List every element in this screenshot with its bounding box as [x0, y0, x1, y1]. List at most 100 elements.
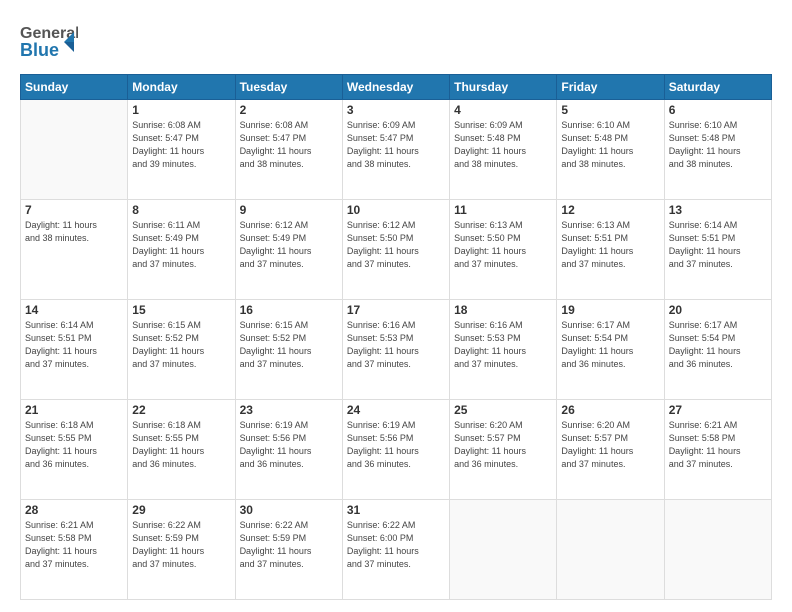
day-number: 9	[240, 203, 338, 217]
calendar-cell: 10Sunrise: 6:12 AMSunset: 5:50 PMDayligh…	[342, 200, 449, 300]
day-number: 10	[347, 203, 445, 217]
day-number: 28	[25, 503, 123, 517]
weekday-header-wednesday: Wednesday	[342, 75, 449, 100]
day-info: Sunrise: 6:13 AMSunset: 5:51 PMDaylight:…	[561, 219, 659, 271]
day-number: 11	[454, 203, 552, 217]
day-info: Sunrise: 6:18 AMSunset: 5:55 PMDaylight:…	[132, 419, 230, 471]
calendar-cell: 30 Sunrise: 6:22 AMSunset: 5:59 PMDayligh…	[235, 500, 342, 600]
calendar-cell: 1 Sunrise: 6:08 AMSunset: 5:47 PMDaylight…	[128, 100, 235, 200]
calendar-cell: 22 Sunrise: 6:18 AMSunset: 5:55 PMDayligh…	[128, 400, 235, 500]
logo-icon: General Blue	[20, 18, 78, 64]
day-number: 8	[132, 203, 230, 217]
day-number: 23	[240, 403, 338, 417]
calendar-cell: 26Sunrise: 6:20 AMSunset: 5:57 PMDayligh…	[557, 400, 664, 500]
day-info: Sunrise: 6:19 AMSunset: 5:56 PMDaylight:…	[240, 419, 338, 471]
day-info: Sunrise: 6:10 AMSunset: 5:48 PMDaylight:…	[561, 119, 659, 171]
calendar-cell: 9 Sunrise: 6:12 AMSunset: 5:49 PMDaylight…	[235, 200, 342, 300]
day-info: Sunrise: 6:20 AMSunset: 5:57 PMDaylight:…	[561, 419, 659, 471]
logo: General Blue	[20, 18, 78, 64]
day-info: Sunrise: 6:13 AMSunset: 5:50 PMDaylight:…	[454, 219, 552, 271]
day-info: Sunrise: 6:15 AMSunset: 5:52 PMDaylight:…	[132, 319, 230, 371]
calendar-cell: 14 Sunrise: 6:14 AMSunset: 5:51 PMDayligh…	[21, 300, 128, 400]
day-number: 14	[25, 303, 123, 317]
week-row-5: 28 Sunrise: 6:21 AMSunset: 5:58 PMDayligh…	[21, 500, 772, 600]
day-number: 25	[454, 403, 552, 417]
day-info: Sunrise: 6:22 AMSunset: 5:59 PMDaylight:…	[240, 519, 338, 571]
calendar-cell: 20 Sunrise: 6:17 AMSunset: 5:54 PMDayligh…	[664, 300, 771, 400]
week-row-1: 1 Sunrise: 6:08 AMSunset: 5:47 PMDaylight…	[21, 100, 772, 200]
weekday-header-monday: Monday	[128, 75, 235, 100]
calendar-cell: 18 Sunrise: 6:16 AMSunset: 5:53 PMDayligh…	[450, 300, 557, 400]
day-number: 4	[454, 103, 552, 117]
day-info: Sunrise: 6:22 AMSunset: 5:59 PMDaylight:…	[132, 519, 230, 571]
weekday-header-thursday: Thursday	[450, 75, 557, 100]
svg-text:Blue: Blue	[20, 40, 59, 60]
week-row-4: 21 Sunrise: 6:18 AMSunset: 5:55 PMDayligh…	[21, 400, 772, 500]
day-number: 30	[240, 503, 338, 517]
calendar-cell: 29 Sunrise: 6:22 AMSunset: 5:59 PMDayligh…	[128, 500, 235, 600]
calendar-cell: 3Sunrise: 6:09 AMSunset: 5:47 PMDaylight…	[342, 100, 449, 200]
day-number: 20	[669, 303, 767, 317]
day-number: 15	[132, 303, 230, 317]
calendar-cell: 4 Sunrise: 6:09 AMSunset: 5:48 PMDaylight…	[450, 100, 557, 200]
calendar-cell: 6 Sunrise: 6:10 AMSunset: 5:48 PMDaylight…	[664, 100, 771, 200]
day-info: Sunrise: 6:10 AMSunset: 5:48 PMDaylight:…	[669, 119, 767, 171]
day-info: Sunrise: 6:15 AMSunset: 5:52 PMDaylight:…	[240, 319, 338, 371]
day-info: Sunrise: 6:09 AMSunset: 5:48 PMDaylight:…	[454, 119, 552, 171]
day-info: Sunrise: 6:14 AMSunset: 5:51 PMDaylight:…	[25, 319, 123, 371]
day-info: Sunrise: 6:21 AMSunset: 5:58 PMDaylight:…	[669, 419, 767, 471]
weekday-header-tuesday: Tuesday	[235, 75, 342, 100]
day-info: Sunrise: 6:08 AMSunset: 5:47 PMDaylight:…	[132, 119, 230, 171]
day-info: Sunrise: 6:18 AMSunset: 5:55 PMDaylight:…	[25, 419, 123, 471]
day-number: 19	[561, 303, 659, 317]
calendar-cell: 24Sunrise: 6:19 AMSunset: 5:56 PMDayligh…	[342, 400, 449, 500]
day-number: 3	[347, 103, 445, 117]
day-number: 12	[561, 203, 659, 217]
header: General Blue	[20, 18, 772, 64]
weekday-header-row: SundayMondayTuesdayWednesdayThursdayFrid…	[21, 75, 772, 100]
calendar-cell: 2Sunrise: 6:08 AMSunset: 5:47 PMDaylight…	[235, 100, 342, 200]
calendar-cell: 27Sunrise: 6:21 AMSunset: 5:58 PMDayligh…	[664, 400, 771, 500]
day-info: Sunrise: 6:21 AMSunset: 5:58 PMDaylight:…	[25, 519, 123, 571]
calendar-cell: 17 Sunrise: 6:16 AMSunset: 5:53 PMDayligh…	[342, 300, 449, 400]
calendar-cell	[21, 100, 128, 200]
day-info: Sunrise: 6:12 AMSunset: 5:49 PMDaylight:…	[240, 219, 338, 271]
weekday-header-sunday: Sunday	[21, 75, 128, 100]
day-info: Sunrise: 6:16 AMSunset: 5:53 PMDaylight:…	[347, 319, 445, 371]
calendar-cell: 21 Sunrise: 6:18 AMSunset: 5:55 PMDayligh…	[21, 400, 128, 500]
calendar-cell: 25 Sunrise: 6:20 AMSunset: 5:57 PMDayligh…	[450, 400, 557, 500]
day-info: Sunrise: 6:20 AMSunset: 5:57 PMDaylight:…	[454, 419, 552, 471]
day-number: 31	[347, 503, 445, 517]
day-number: 22	[132, 403, 230, 417]
day-number: 18	[454, 303, 552, 317]
calendar-cell: 23 Sunrise: 6:19 AMSunset: 5:56 PMDayligh…	[235, 400, 342, 500]
day-info: Sunrise: 6:17 AMSunset: 5:54 PMDaylight:…	[669, 319, 767, 371]
day-number: 29	[132, 503, 230, 517]
week-row-3: 14 Sunrise: 6:14 AMSunset: 5:51 PMDayligh…	[21, 300, 772, 400]
day-number: 13	[669, 203, 767, 217]
day-info: Sunrise: 6:16 AMSunset: 5:53 PMDaylight:…	[454, 319, 552, 371]
day-number: 6	[669, 103, 767, 117]
calendar-cell: 28 Sunrise: 6:21 AMSunset: 5:58 PMDayligh…	[21, 500, 128, 600]
calendar-cell	[664, 500, 771, 600]
day-number: 17	[347, 303, 445, 317]
day-info: Sunrise: 6:22 AMSunset: 6:00 PMDaylight:…	[347, 519, 445, 571]
day-info: Sunrise: 6:14 AMSunset: 5:51 PMDaylight:…	[669, 219, 767, 271]
day-number: 21	[25, 403, 123, 417]
day-info: Sunrise: 6:17 AMSunset: 5:54 PMDaylight:…	[561, 319, 659, 371]
calendar-cell: 5Sunrise: 6:10 AMSunset: 5:48 PMDaylight…	[557, 100, 664, 200]
day-info: Daylight: 11 hoursand 38 minutes.	[25, 219, 123, 245]
weekday-header-friday: Friday	[557, 75, 664, 100]
week-row-2: 7 Daylight: 11 hoursand 38 minutes. 8 Sunri…	[21, 200, 772, 300]
day-number: 16	[240, 303, 338, 317]
day-number: 7	[25, 203, 123, 217]
day-number: 2	[240, 103, 338, 117]
day-info: Sunrise: 6:19 AMSunset: 5:56 PMDaylight:…	[347, 419, 445, 471]
calendar-cell: 7 Daylight: 11 hoursand 38 minutes.	[21, 200, 128, 300]
day-number: 1	[132, 103, 230, 117]
page: General Blue SundayMondayTuesdayWednesda…	[0, 0, 792, 612]
calendar-cell: 12 Sunrise: 6:13 AMSunset: 5:51 PMDayligh…	[557, 200, 664, 300]
calendar-cell: 13 Sunrise: 6:14 AMSunset: 5:51 PMDayligh…	[664, 200, 771, 300]
calendar-cell: 11 Sunrise: 6:13 AMSunset: 5:50 PMDayligh…	[450, 200, 557, 300]
calendar-table: SundayMondayTuesdayWednesdayThursdayFrid…	[20, 74, 772, 600]
